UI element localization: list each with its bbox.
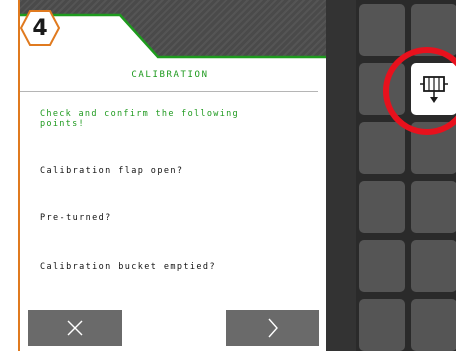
terminal-frame: CALIBRATION Check and confirm the follow… — [0, 0, 456, 351]
softkey-6-left[interactable] — [359, 299, 405, 351]
next-button[interactable] — [226, 310, 319, 346]
softkey-1-left[interactable] — [359, 4, 405, 56]
softkey-bar-edge — [326, 0, 356, 351]
close-icon — [67, 320, 83, 336]
softkey-5-left[interactable] — [359, 240, 405, 292]
left-margin — [0, 0, 20, 351]
terminal-screen: CALIBRATION Check and confirm the follow… — [20, 0, 326, 351]
step-badge: 4 — [20, 10, 60, 46]
softkey-5-right[interactable] — [411, 240, 456, 292]
check-item-flap: Calibration flap open? — [40, 166, 184, 176]
softkey-3-left[interactable] — [359, 122, 405, 174]
softkey-6-right[interactable] — [411, 299, 456, 351]
chevron-right-icon — [267, 318, 278, 338]
check-item-preturned: Pre-turned? — [40, 213, 112, 223]
softkey-4-right[interactable] — [411, 181, 456, 233]
title-divider — [20, 91, 318, 92]
step-number: 4 — [32, 15, 48, 41]
check-item-bucket: Calibration bucket emptied? — [40, 262, 216, 272]
dialog-title: CALIBRATION — [131, 70, 209, 80]
header-tab — [20, 13, 326, 60]
cancel-button[interactable] — [28, 310, 122, 346]
instruction-text: Check and confirm the following points! — [40, 109, 239, 129]
softkey-4-left[interactable] — [359, 181, 405, 233]
